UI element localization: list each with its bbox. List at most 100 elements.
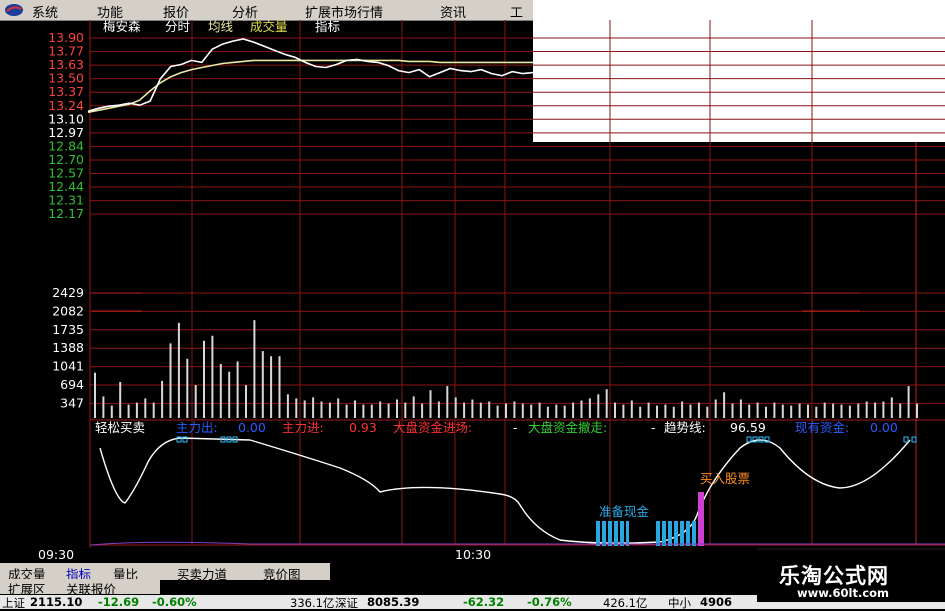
volume-bar bbox=[664, 404, 667, 418]
volume-bar bbox=[647, 402, 650, 418]
stock-chart: 13.9013.7713.6313.5013.3713.2413.1012.97… bbox=[38, 19, 945, 562]
signal-markers bbox=[176, 436, 917, 443]
price-tick-label: 12.17 bbox=[48, 206, 84, 221]
main-force-out-value: 0.00 bbox=[238, 420, 266, 435]
volume-bar bbox=[798, 403, 801, 418]
volume-bar bbox=[689, 404, 692, 418]
bottom-tabs: 成交量 指标 量比 买卖力道 竞价图 bbox=[0, 563, 330, 583]
volume-bar bbox=[815, 406, 818, 418]
sz-index-pct: -0.76% bbox=[527, 595, 572, 609]
volume-bar bbox=[219, 364, 222, 418]
volume-bar bbox=[731, 403, 734, 418]
time-label-start: 09:30 bbox=[38, 547, 74, 562]
volume-bar bbox=[429, 390, 432, 418]
volume-bar bbox=[362, 404, 365, 418]
volume-bar bbox=[605, 389, 608, 418]
price-axis: 13.9013.7713.6313.5013.3713.2413.1012.97… bbox=[48, 30, 84, 221]
volume-bar bbox=[714, 399, 717, 418]
sz-index-value: 8085.39 bbox=[367, 595, 420, 609]
volume-bar bbox=[177, 322, 180, 418]
indicator-name: 轻松买卖 bbox=[95, 420, 145, 435]
volume-tick-label: 347 bbox=[60, 395, 84, 410]
volume-tick-label: 694 bbox=[60, 377, 84, 392]
sz-index-change: -62.32 bbox=[463, 595, 505, 609]
volume-bar bbox=[857, 403, 860, 418]
volume-tick-label: 2082 bbox=[52, 303, 84, 318]
volume-bar bbox=[865, 401, 868, 418]
volume-bar bbox=[463, 402, 466, 418]
volume-bar bbox=[127, 404, 130, 418]
volume-bar bbox=[538, 402, 541, 418]
volume-bar bbox=[672, 406, 675, 418]
volume-bar bbox=[488, 401, 491, 418]
volume-tick-label: 2429 bbox=[52, 285, 84, 300]
volume-bar bbox=[765, 406, 767, 418]
volume-bar bbox=[245, 385, 247, 418]
volume-bar bbox=[916, 403, 918, 418]
volume-bar bbox=[546, 406, 549, 418]
volume-bar bbox=[840, 404, 843, 418]
volume-bar bbox=[337, 398, 340, 418]
volume-bar bbox=[261, 351, 264, 418]
volume-bar bbox=[437, 401, 440, 418]
volume-bar bbox=[781, 404, 784, 418]
volume-bar bbox=[253, 320, 256, 418]
trend-line-value: 96.59 bbox=[730, 420, 766, 435]
volume-tick-label: 1388 bbox=[52, 340, 84, 355]
volume-bar bbox=[597, 394, 600, 418]
volume-bar bbox=[639, 406, 642, 418]
volume-bar bbox=[286, 394, 289, 418]
volume-bar bbox=[312, 397, 315, 418]
trend-line-label: 趋势线: bbox=[664, 420, 706, 435]
mode-average-line[interactable]: 均线 bbox=[208, 19, 234, 34]
time-label-mid: 10:30 bbox=[455, 547, 491, 562]
volume-bar bbox=[530, 404, 533, 418]
volume-bar bbox=[412, 396, 415, 418]
volume-bar bbox=[748, 404, 751, 418]
volume-bar bbox=[303, 400, 306, 418]
volume-bar bbox=[370, 404, 373, 418]
volume-bar bbox=[454, 397, 457, 418]
volume-bar bbox=[848, 405, 851, 418]
volume-bar bbox=[387, 403, 390, 418]
volume-bar bbox=[94, 372, 96, 418]
volume-bar bbox=[421, 403, 424, 418]
mode-volume[interactable]: 成交量 bbox=[250, 19, 288, 34]
current-fund-value: 0.00 bbox=[870, 420, 898, 435]
volume-bar bbox=[479, 402, 482, 418]
volume-bar bbox=[203, 340, 205, 418]
volume-bar bbox=[102, 396, 105, 418]
volume-bar bbox=[354, 400, 356, 418]
volume-bar bbox=[614, 402, 616, 418]
volume-bar bbox=[135, 402, 138, 418]
tab-auction[interactable]: 竞价图 bbox=[263, 564, 301, 583]
main-force-in-value: 0.93 bbox=[349, 420, 377, 435]
volume-bar bbox=[152, 402, 155, 418]
current-fund-label: 现有资金: bbox=[795, 420, 849, 435]
volume-bar bbox=[572, 402, 575, 418]
volume-bar bbox=[236, 361, 239, 418]
volume-tick-label: 1041 bbox=[52, 359, 84, 374]
volume-bar bbox=[580, 400, 583, 418]
mode-indicator[interactable]: 指标 bbox=[315, 19, 340, 34]
volume-bar bbox=[521, 403, 524, 418]
zx-index-value: 4906 bbox=[700, 595, 733, 609]
volume-bar bbox=[555, 404, 558, 418]
volume-bar bbox=[723, 392, 726, 418]
tab-buy-sell-force[interactable]: 买卖力道 bbox=[177, 564, 227, 583]
buy-signal-bar bbox=[698, 492, 704, 546]
volume-tick-label: 1735 bbox=[52, 322, 84, 337]
volume-bar bbox=[907, 386, 910, 418]
volume-bar bbox=[563, 405, 566, 418]
volume-bar bbox=[807, 404, 809, 418]
volume-bar bbox=[186, 358, 189, 418]
volume-bar bbox=[278, 356, 281, 418]
watermark-url: www.60lt.com bbox=[797, 586, 890, 600]
volume-bar bbox=[119, 382, 122, 418]
sh-index-value: 2115.10 bbox=[30, 595, 83, 609]
volume-bar bbox=[328, 402, 331, 418]
volume-bar bbox=[169, 343, 172, 418]
mode-time-share[interactable]: 分时 bbox=[165, 19, 191, 34]
volume-bar bbox=[706, 406, 709, 418]
bottom-tabs-row2: 扩展区 关联报价 bbox=[0, 579, 160, 597]
